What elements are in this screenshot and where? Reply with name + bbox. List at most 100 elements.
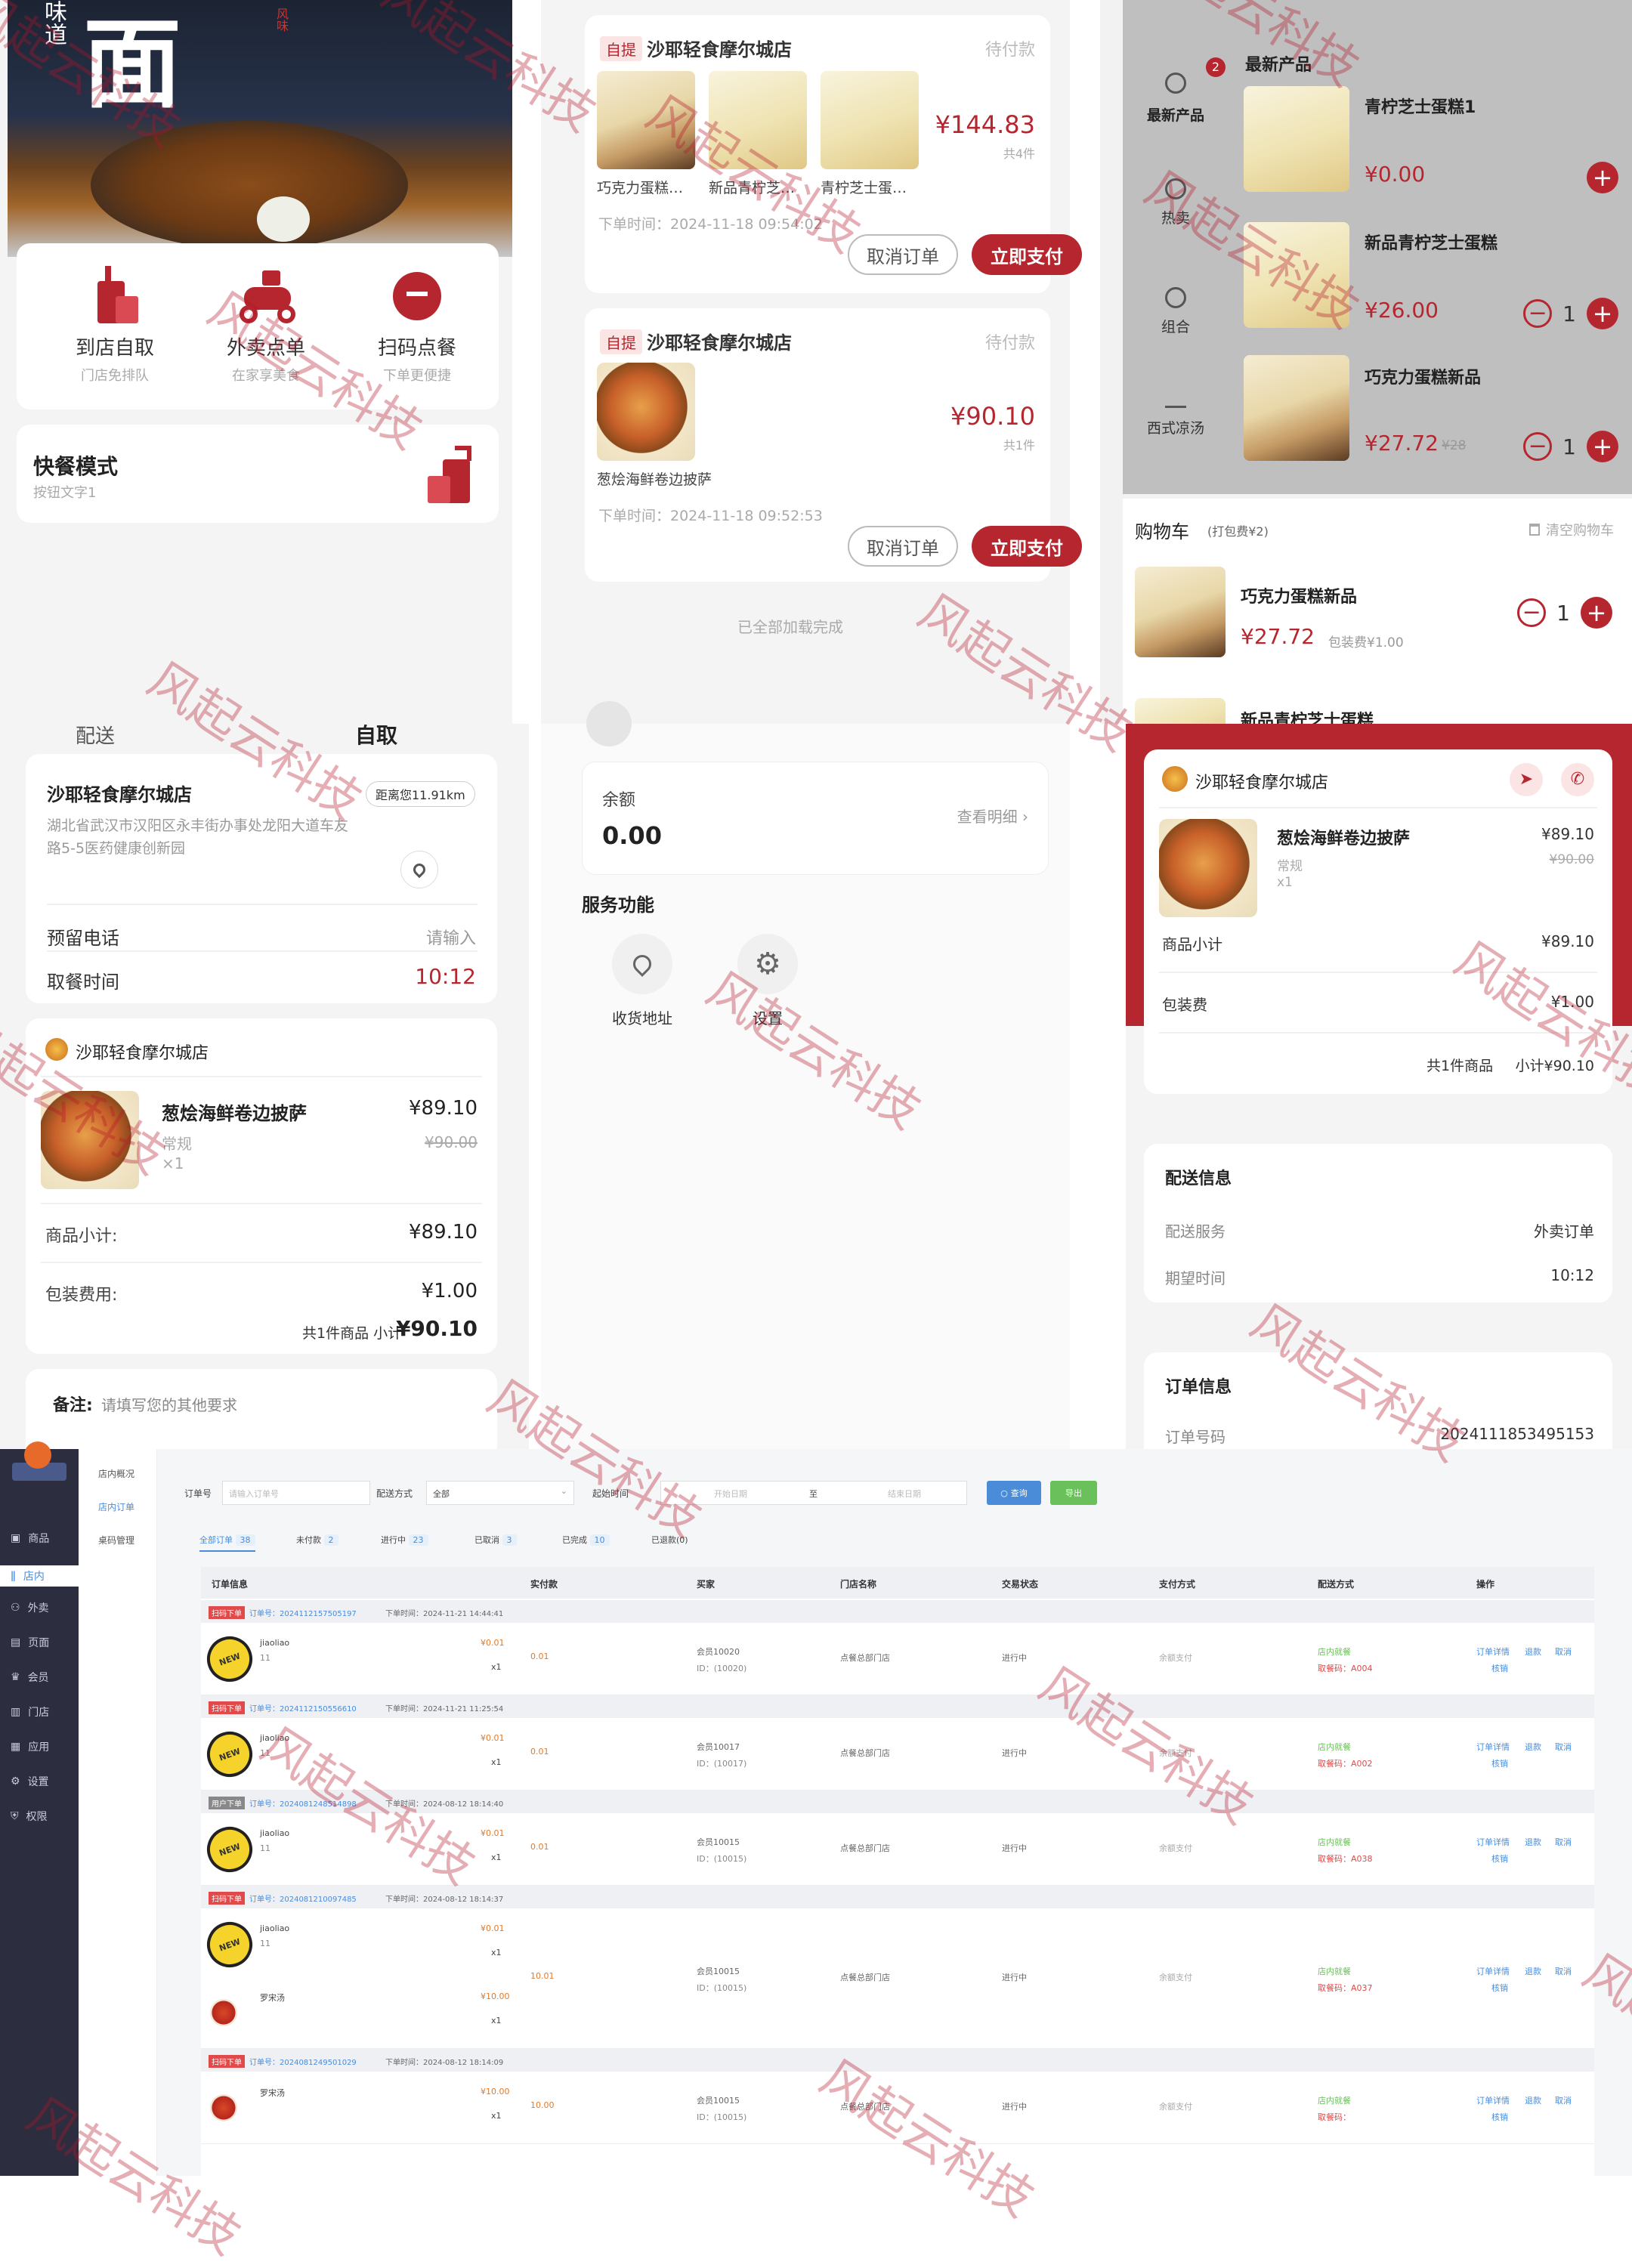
end-date[interactable]: 结束日期: [888, 1488, 921, 1500]
clear-cart-button[interactable]: 清空购物车: [1529, 520, 1614, 539]
buyer-id: ID：(10017): [697, 1759, 747, 1769]
order-detail-link[interactable]: 订单详情: [1476, 1836, 1510, 1848]
remark-input[interactable]: 请填写您的其他要求: [101, 1393, 237, 1415]
cancel-link[interactable]: 取消: [1555, 1965, 1572, 1977]
order-input[interactable]: 请输入订单号: [222, 1481, 370, 1505]
service-scan[interactable]: 扫码点餐 下单更便捷: [349, 266, 485, 385]
subnav-item[interactable]: 店内概况: [98, 1467, 134, 1480]
tab-completed[interactable]: 已完成 10: [562, 1534, 610, 1546]
sidebar-item[interactable]: ▥ 门店: [11, 1704, 49, 1720]
quantity-stepper[interactable]: − 1 +: [1523, 431, 1618, 462]
delivery-select[interactable]: 全部 ⌄: [426, 1481, 574, 1505]
tab-in-progress[interactable]: 进行中 23: [381, 1534, 428, 1546]
location-icon[interactable]: [400, 851, 438, 888]
export-button[interactable]: 导出: [1050, 1481, 1097, 1505]
service-address[interactable]: 收货地址: [597, 934, 688, 1028]
order-number[interactable]: 订单号：2024112157505197: [249, 1607, 357, 1618]
order-count: 共4件: [1003, 147, 1035, 161]
quick-mode-card[interactable]: 快餐模式 按钮文字1: [17, 425, 499, 523]
order-number[interactable]: 订单号：2024081210097485: [249, 1893, 357, 1904]
plus-button[interactable]: +: [1581, 597, 1612, 629]
tab-delivery[interactable]: 配送: [76, 721, 115, 749]
search-button[interactable]: ○ 查询: [987, 1481, 1041, 1505]
minus-button[interactable]: −: [1523, 299, 1553, 328]
sidebar-item[interactable]: ▤ 页面: [11, 1635, 49, 1650]
phone-input[interactable]: 请输入: [426, 925, 476, 949]
cart-item[interactable]: 巧克力蛋糕新品 ¥27.72 包装费¥1.00 − 1 +: [1135, 567, 1618, 665]
subnav-item[interactable]: 桌码管理: [98, 1534, 134, 1547]
order-number[interactable]: 订单号：2024112150556610: [249, 1702, 357, 1713]
category-item[interactable]: 热卖: [1123, 178, 1229, 227]
verify-link[interactable]: 核销: [1491, 1852, 1508, 1865]
verify-link[interactable]: 核销: [1491, 1757, 1508, 1769]
sidebar-item[interactable]: ⛨ 权限: [11, 1809, 48, 1824]
sidebar-item[interactable]: ⚇ 外卖: [11, 1600, 49, 1615]
refund-link[interactable]: 退款: [1525, 2094, 1541, 2106]
tab-pickup[interactable]: 自取: [355, 719, 397, 749]
product-row[interactable]: 巧克力蛋糕新品 ¥27.72 ¥28 − 1 +: [1244, 355, 1621, 468]
remark-label: 备注:: [53, 1396, 93, 1415]
sidebar-item[interactable]: ǁ 店内: [0, 1565, 79, 1587]
cancel-link[interactable]: 取消: [1555, 1645, 1572, 1658]
item-spec: 常规: [1277, 859, 1303, 874]
refund-link[interactable]: 退款: [1525, 1645, 1541, 1658]
order-detail-link[interactable]: 订单详情: [1476, 1645, 1510, 1658]
refund-link[interactable]: 退款: [1525, 1741, 1541, 1753]
product-row[interactable]: 新品青柠芝士蛋糕 ¥26.00 − 1 +: [1244, 219, 1621, 332]
tab-unpaid[interactable]: 未付款 2: [296, 1534, 338, 1546]
sidebar-item[interactable]: ♛ 会员: [11, 1670, 49, 1685]
balance-card[interactable]: 余额 0.00 查看明细 ›: [582, 762, 1049, 875]
order-time: 下单时间：2024-08-12 18:14:37: [385, 1896, 504, 1904]
pay-now-button[interactable]: 立即支付: [972, 526, 1082, 567]
order-detail-link[interactable]: 订单详情: [1476, 1965, 1510, 1977]
cancel-order-button[interactable]: 取消订单: [848, 526, 958, 567]
verify-link[interactable]: 核销: [1491, 1982, 1508, 1994]
refund-link[interactable]: 退款: [1525, 1965, 1541, 1977]
sidebar-item[interactable]: ▦ 应用: [11, 1739, 49, 1754]
cancel-order-button[interactable]: 取消订单: [848, 234, 958, 275]
tab-all[interactable]: 全部订单 38: [199, 1534, 255, 1552]
cancel-link[interactable]: 取消: [1555, 1836, 1572, 1848]
tab-cancelled[interactable]: 已取消 3: [474, 1534, 517, 1546]
order-detail-link[interactable]: 订单详情: [1476, 2094, 1510, 2106]
service-pickup[interactable]: 到店自取 门店免排队: [47, 266, 183, 385]
date-range-input[interactable]: 开始日期 至 结束日期: [660, 1481, 967, 1505]
start-date[interactable]: 开始日期: [714, 1488, 747, 1500]
minus-button[interactable]: −: [1517, 598, 1547, 627]
verify-link[interactable]: 核销: [1491, 1662, 1508, 1674]
cancel-link[interactable]: 取消: [1555, 2094, 1572, 2106]
plus-button[interactable]: +: [1587, 162, 1618, 193]
quantity-stepper[interactable]: − 1 +: [1517, 597, 1612, 629]
sidebar-item-label: 外卖: [27, 1602, 49, 1614]
remark-card[interactable]: 备注: 请填写您的其他要求: [26, 1369, 497, 1449]
navigate-icon[interactable]: ➤: [1510, 763, 1543, 796]
order-card[interactable]: 自提 沙耶轻食摩尔城店 待付款 巧克力蛋糕… 新品青柠芝… 青柠芝士蛋… ¥14…: [585, 15, 1082, 293]
service-settings[interactable]: ⚙ 设置: [722, 934, 813, 1028]
new-badge-image: NEW: [200, 1915, 259, 1974]
order-detail-link[interactable]: 订单详情: [1476, 1741, 1510, 1753]
category-item[interactable]: 西式凉汤: [1123, 393, 1229, 437]
order-card[interactable]: 自提 沙耶轻食摩尔城店 待付款 葱烩海鲜卷边披萨 ¥90.10 共1件 下单时间…: [585, 308, 1082, 582]
cancel-link[interactable]: 取消: [1555, 1741, 1572, 1753]
order-number[interactable]: 订单号：2024081249501029: [249, 2056, 357, 2067]
subnav-item-active[interactable]: 店内订单: [98, 1500, 134, 1513]
plus-button[interactable]: +: [1587, 431, 1618, 462]
verify-link[interactable]: 核销: [1491, 2111, 1508, 2123]
quantity-stepper[interactable]: − 1 +: [1523, 298, 1618, 329]
pickup-time-row[interactable]: 取餐时间 10:12: [26, 950, 497, 1003]
minus-button[interactable]: −: [1523, 432, 1553, 461]
phone-icon[interactable]: ✆: [1561, 763, 1594, 796]
sidebar-item[interactable]: ⚙ 设置: [11, 1774, 49, 1789]
service-delivery[interactable]: 外卖点单 在家享美食: [198, 266, 334, 385]
plus-button[interactable]: +: [1587, 298, 1618, 329]
refund-link[interactable]: 退款: [1525, 1836, 1541, 1848]
sidebar-item[interactable]: ▣ 商品: [11, 1531, 49, 1546]
view-detail-link[interactable]: 查看明细 ›: [957, 805, 1028, 827]
pay-now-button[interactable]: 立即支付: [972, 234, 1082, 275]
product-row[interactable]: 青柠芝士蛋糕1 ¥0.00 +: [1244, 83, 1621, 196]
category-item[interactable]: 组合: [1123, 287, 1229, 336]
category-item[interactable]: 最新产品: [1123, 73, 1229, 125]
delivery-method: 店内就餐: [1318, 1967, 1351, 1976]
tab-refunded[interactable]: 已退款(0): [651, 1534, 688, 1546]
order-number[interactable]: 订单号：2024081248514898: [249, 1797, 357, 1809]
